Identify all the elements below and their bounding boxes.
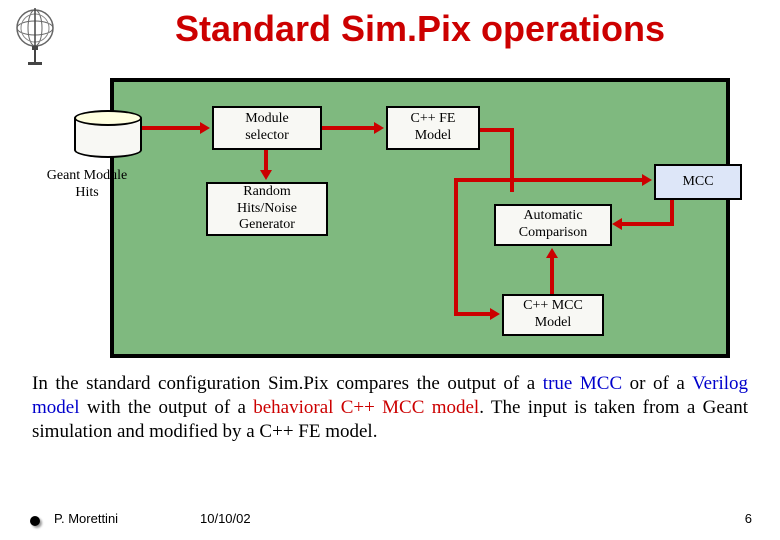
- armillary-sphere-icon: [10, 6, 60, 66]
- true-mcc-text: true MCC: [543, 373, 622, 394]
- automatic-comparison-box: AutomaticComparison: [494, 204, 612, 246]
- database-icon: [74, 110, 142, 158]
- cpp-mcc-model-box: C++ MCCModel: [502, 294, 604, 336]
- random-generator-box: RandomHits/NoiseGenerator: [206, 182, 328, 236]
- cpp-fe-model-box: C++ FEModel: [386, 106, 480, 150]
- footer-page-number: 6: [745, 511, 752, 526]
- geant-hits-label: Geant ModuleHits: [32, 168, 142, 202]
- mcc-box: MCC: [654, 164, 742, 200]
- cpp-mcc-text: behavioral C++ MCC model: [253, 397, 479, 418]
- bullet-icon: [30, 516, 40, 526]
- flow-diagram: Geant ModuleHits Moduleselector RandomHi…: [110, 78, 730, 358]
- footer-author: P. Morettini: [54, 511, 118, 526]
- page-title: Standard Sim.Pix operations: [80, 8, 760, 50]
- body-paragraph: In the standard configuration Sim.Pix co…: [32, 372, 748, 443]
- footer-date: 10/10/02: [200, 511, 251, 526]
- module-selector-box: Moduleselector: [212, 106, 322, 150]
